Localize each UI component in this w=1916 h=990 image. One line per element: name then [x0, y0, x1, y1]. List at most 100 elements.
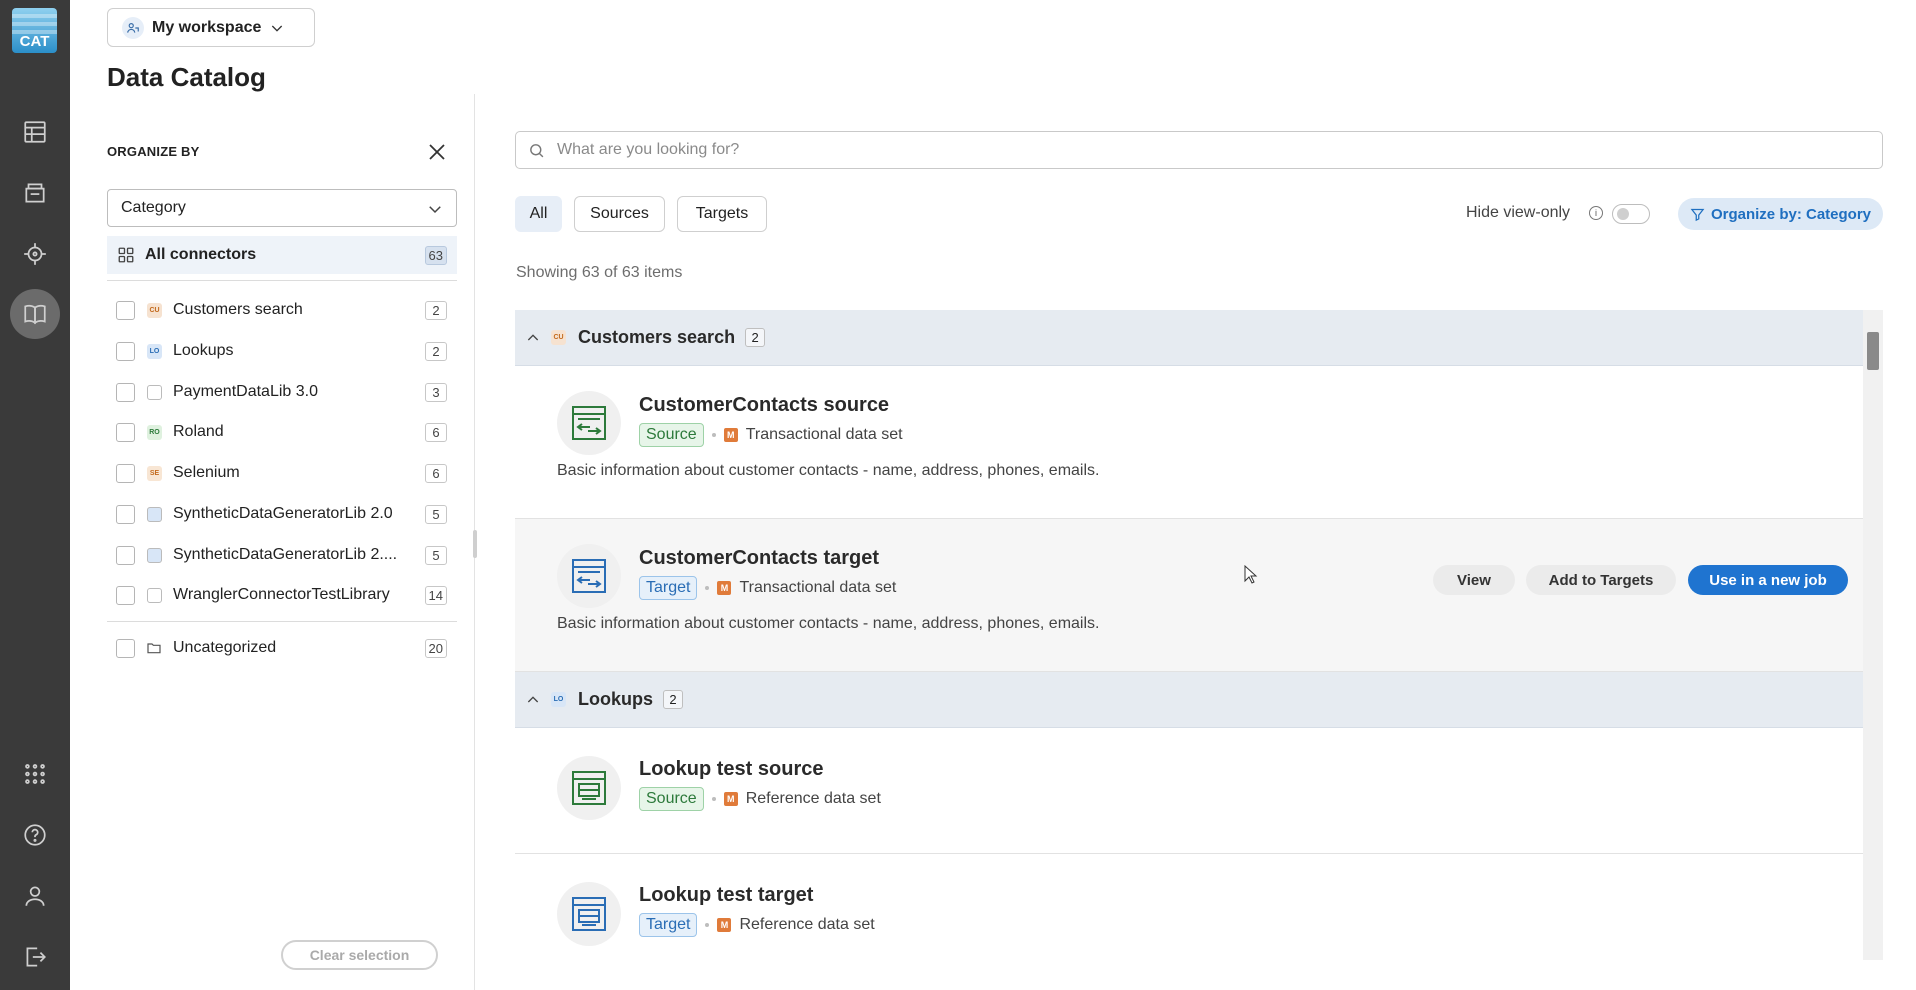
search-input[interactable] [557, 141, 1757, 159]
organize-by-button-label: Organize by: Category [1710, 205, 1872, 223]
separator-dot [705, 923, 710, 927]
category-label: Customers search [173, 301, 303, 318]
organize-title: ORGANIZE BY [107, 144, 200, 159]
nav-crosshair-button[interactable] [10, 229, 60, 279]
catalog-entry[interactable]: Lookup test source Source M Reference da… [515, 728, 1863, 854]
hide-view-only-toggle[interactable] [1612, 204, 1650, 224]
category-checkbox[interactable] [116, 504, 135, 524]
entry-name[interactable]: CustomerContacts target [639, 547, 879, 570]
dataset-type: Reference data set [745, 790, 881, 807]
results-scrollbar[interactable] [1863, 310, 1883, 960]
category-item[interactable]: CU Customers search 2 [107, 292, 457, 328]
workspace-selector[interactable]: My workspace [107, 8, 315, 47]
category-label: Selenium [173, 464, 240, 481]
category-item[interactable]: LO Lookups 2 [107, 333, 457, 369]
category-checkbox[interactable] [116, 341, 135, 361]
category-count: 2 [425, 300, 447, 320]
category-count: 14 [424, 585, 447, 605]
table-grid-icon [24, 121, 46, 143]
app-logo[interactable]: CAT [12, 8, 57, 53]
separator-dot [711, 797, 716, 801]
category-checkbox[interactable] [116, 638, 135, 658]
category-item[interactable]: PaymentDataLib 3.0 3 [107, 374, 457, 410]
entry-tags: Target M Reference data set [639, 913, 875, 937]
source-dataset-icon [557, 756, 621, 820]
group-header-customers-search[interactable]: CU Customers search 2 [515, 310, 1863, 366]
category-count: 5 [425, 504, 447, 524]
info-icon[interactable]: i [1589, 206, 1603, 220]
category-checkbox[interactable] [116, 585, 135, 605]
category-item[interactable]: RO Roland 6 [107, 414, 457, 450]
category-label: PaymentDataLib 3.0 [173, 383, 318, 400]
category-mini-icon: CU [147, 302, 162, 318]
category-mini-icon [147, 384, 162, 400]
filter-chip-sources[interactable]: Sources [574, 196, 665, 232]
role-badge: Target [639, 913, 698, 937]
organize-by-select[interactable]: Category [107, 189, 457, 227]
help-icon [24, 824, 46, 846]
nav-data-catalog-button[interactable] [10, 289, 60, 339]
mouse-cursor-icon [1244, 565, 1258, 584]
category-item[interactable]: SyntheticDataGeneratorLib 2.0 5 [107, 496, 457, 532]
filter-chip-targets[interactable]: Targets [677, 196, 767, 232]
category-count: 2 [425, 341, 447, 361]
close-organize-button[interactable] [425, 140, 449, 164]
scrollbar-thumb[interactable] [1867, 332, 1879, 370]
category-item[interactable]: SyntheticDataGeneratorLib 2.... 5 [107, 537, 457, 573]
group-name: Customers search [578, 327, 736, 347]
nav-help-button[interactable] [10, 810, 60, 860]
nav-logout-button[interactable] [10, 932, 60, 982]
filter-chip-all[interactable]: All [515, 196, 562, 232]
chevron-up-icon[interactable] [525, 330, 541, 346]
source-dataset-icon [557, 391, 621, 455]
role-badge: Target [639, 576, 698, 600]
nav-user-button[interactable] [10, 871, 60, 921]
clear-selection-button[interactable]: Clear selection [281, 940, 438, 970]
category-item-uncategorized[interactable]: Uncategorized 20 [107, 630, 457, 666]
category-label: SyntheticDataGeneratorLib 2.... [173, 546, 398, 563]
category-mini-icon: LO [147, 343, 162, 359]
organize-by-button[interactable]: Organize by: Category [1678, 198, 1883, 230]
category-checkbox[interactable] [116, 422, 135, 442]
nav-apps-button[interactable] [10, 749, 60, 799]
book-open-icon [24, 304, 46, 325]
add-to-targets-button[interactable]: Add to Targets [1526, 565, 1676, 595]
entry-name[interactable]: CustomerContacts source [639, 394, 889, 417]
all-connectors-label: All connectors [145, 246, 257, 263]
category-count: 6 [425, 463, 447, 483]
search-bar[interactable] [515, 131, 1883, 169]
entry-name[interactable]: Lookup test source [639, 758, 823, 781]
apps-grid-icon [25, 764, 45, 784]
catalog-entry[interactable]: CustomerContacts target Target M Transac… [515, 519, 1863, 672]
dataset-type-icon: M [717, 581, 732, 595]
category-count: 5 [425, 545, 447, 565]
group-header-lookups[interactable]: LO Lookups 2 [515, 672, 1863, 728]
nav-table-grid-button[interactable] [10, 107, 60, 157]
entry-description: Basic information about customer contact… [557, 615, 1100, 632]
all-connectors-item[interactable]: All connectors 63 [107, 236, 457, 274]
category-checkbox[interactable] [116, 463, 135, 483]
catalog-entry[interactable]: CustomerContacts source Source M Transac… [515, 366, 1863, 519]
chevron-down-icon [429, 206, 441, 214]
organize-by-value: Category [121, 199, 186, 216]
dataset-type-icon: M [717, 918, 732, 932]
category-item[interactable]: SE Selenium 6 [107, 455, 457, 491]
category-checkbox[interactable] [116, 382, 135, 402]
catalog-entry[interactable]: Lookup test target Target M Reference da… [515, 854, 1863, 960]
use-in-new-job-button[interactable]: Use in a new job [1688, 565, 1848, 595]
results-list: CU Customers search 2 CustomerContacts s… [515, 310, 1863, 960]
entry-tags: Target M Transactional data set [639, 576, 896, 600]
resize-handle[interactable] [473, 530, 477, 558]
category-mini-icon: LO [551, 692, 566, 707]
category-checkbox[interactable] [116, 545, 135, 565]
category-checkbox[interactable] [116, 300, 135, 320]
category-count: 6 [425, 422, 447, 442]
workspace-label: My workspace [152, 18, 262, 36]
view-button[interactable]: View [1433, 565, 1515, 595]
grid-icon [118, 247, 134, 263]
category-mini-icon [147, 506, 162, 522]
entry-name[interactable]: Lookup test target [639, 884, 813, 907]
category-item[interactable]: WranglerConnectorTestLibrary 14 [107, 577, 457, 613]
nav-archive-button[interactable] [10, 168, 60, 218]
chevron-up-icon[interactable] [525, 692, 541, 708]
